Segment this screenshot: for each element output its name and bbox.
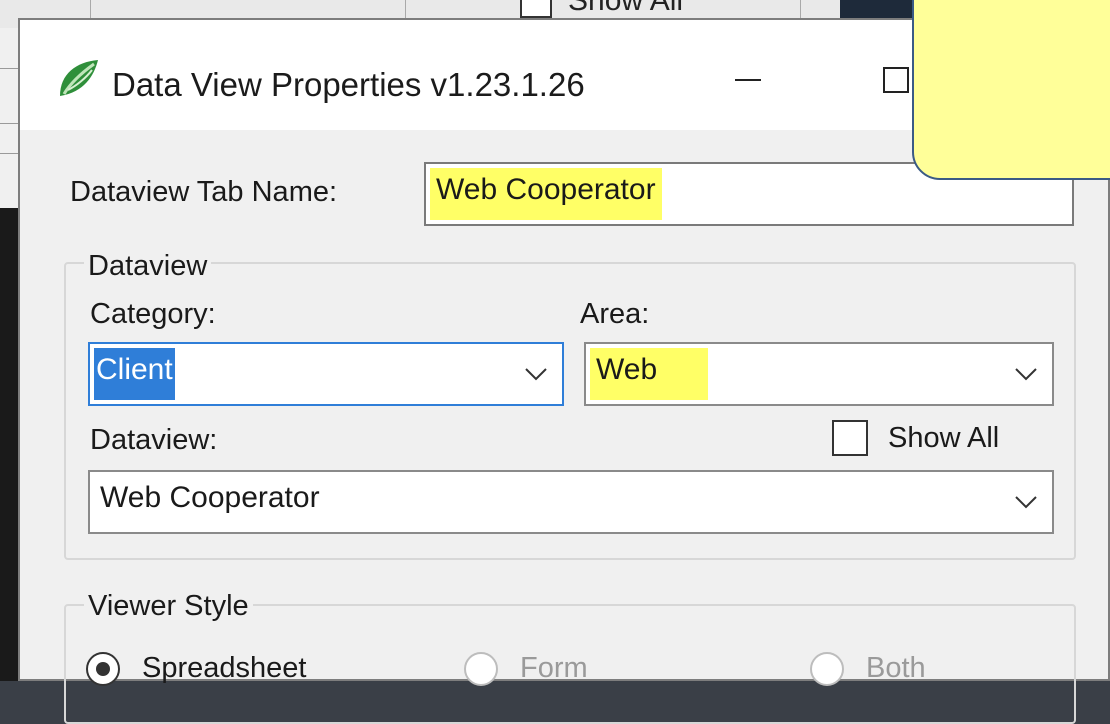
show-all-checkbox[interactable] [832,420,868,456]
background-checkbox[interactable] [520,0,552,18]
chevron-down-icon [1015,496,1037,509]
app-leaf-icon [60,60,98,96]
category-dropdown[interactable]: Client [88,342,564,406]
dataview-label: Dataview: [90,424,218,456]
dataview-dropdown[interactable]: Web Cooperator [88,470,1054,534]
both-label[interactable]: Both [866,652,926,685]
category-label: Category: [90,298,216,330]
dataview-value: Web Cooperator [100,481,320,514]
minimize-icon [735,79,761,81]
show-all-label[interactable]: Show All [888,422,999,455]
tab-name-value: Web Cooperator [430,168,662,220]
viewer-style-legend: Viewer Style [84,590,253,623]
chevron-down-icon [1015,368,1037,381]
minimize-button[interactable] [708,50,788,110]
category-value: Client [94,348,175,400]
background-show-all-label: Show All [568,0,684,17]
form-label[interactable]: Form [520,652,588,685]
area-label: Area: [580,298,650,330]
chevron-down-icon [525,368,547,381]
annotation-callout [912,0,1110,180]
spreadsheet-label[interactable]: Spreadsheet [142,652,306,685]
area-dropdown[interactable]: Web [584,342,1054,406]
window-title: Data View Properties v1.23.1.26 [112,66,585,103]
area-value: Web [590,348,708,400]
dataview-group-legend: Dataview [84,250,212,283]
tab-name-label: Dataview Tab Name: [70,176,338,208]
maximize-icon [883,67,909,93]
